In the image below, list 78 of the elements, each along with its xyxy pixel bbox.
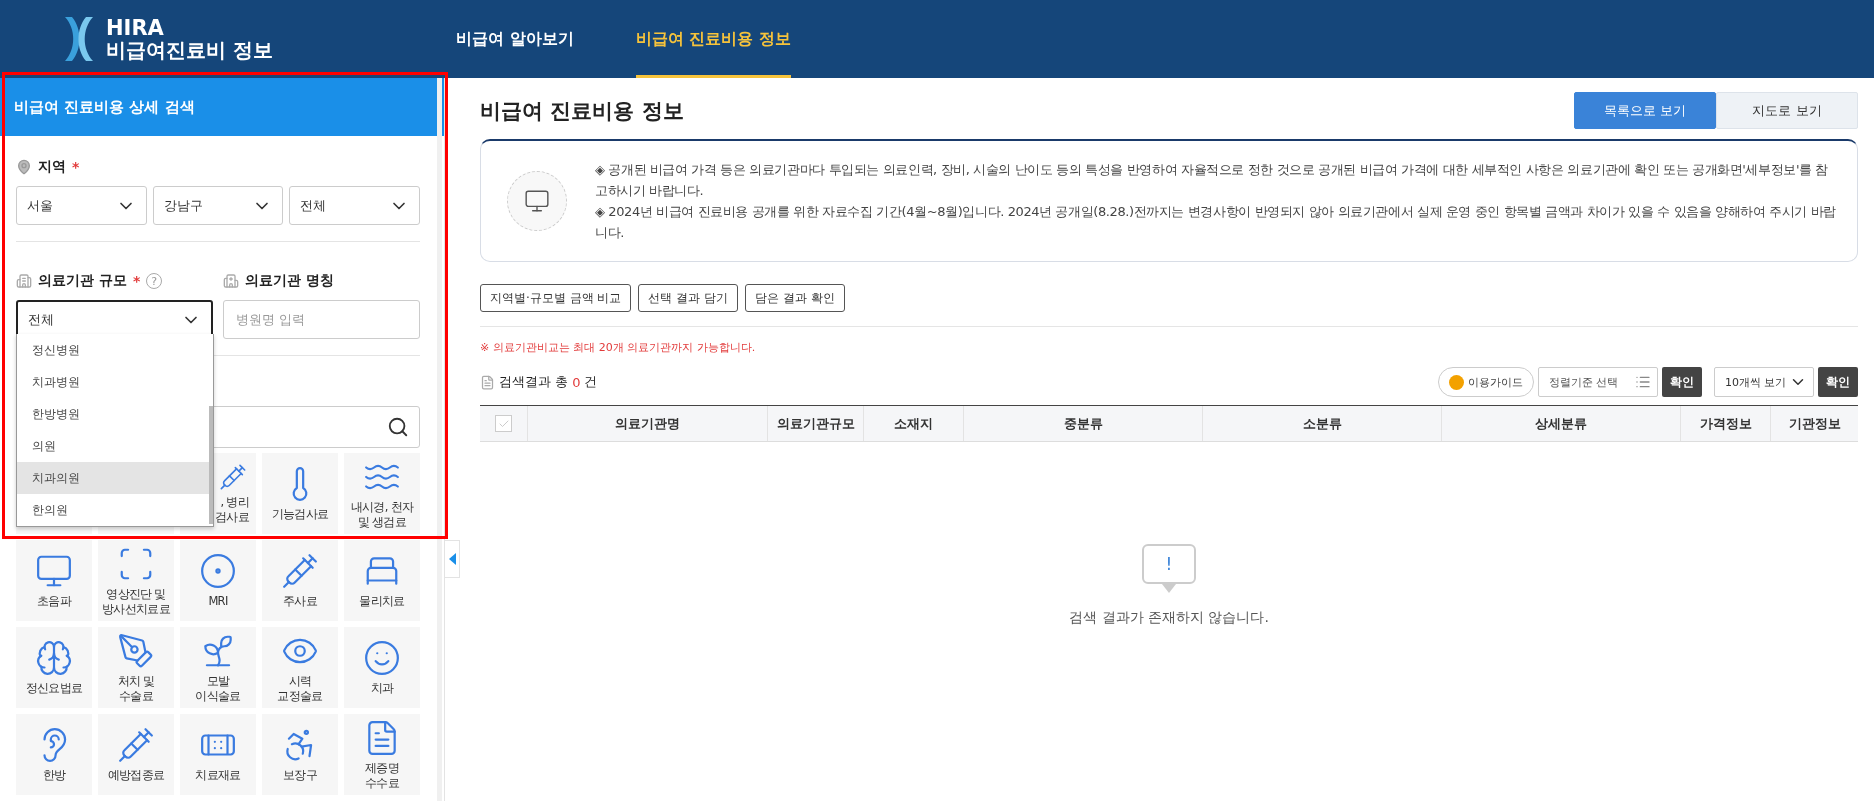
sort-select[interactable]: 정렬기준 선택: [1538, 367, 1658, 397]
circle-icon: [199, 552, 237, 591]
guide-button[interactable]: 이용가이드: [1438, 367, 1534, 397]
action-button[interactable]: 담은 결과 확인: [745, 284, 845, 312]
syringe-icon: [117, 726, 155, 765]
page-title: 비급여 진료비용 정보: [480, 97, 684, 125]
column-header: 의료기관명: [527, 406, 767, 441]
category-tile[interactable]: 내시경, 천자 및 생검료: [344, 453, 420, 534]
triangle-left-icon: [448, 553, 456, 565]
result-label: 검색결과 총: [499, 373, 569, 391]
notice-text: ◈ 공개된 비급여 가격 등은 의료기관마다 투입되는 의료인력, 장비, 시술의 난이도 등의 특성을 반영하여 자율적으로 정한 것으로 공개된 비급여 가격에 대한 세부적인 사항은 의료기관에 확인 또는 공개화면'세부정보'를 참고하시기 바랍니다.: [595, 161, 1829, 200]
category-tile[interactable]: 치과: [344, 627, 420, 708]
building-icon: [16, 273, 32, 289]
column-header: 상세분류: [1441, 406, 1680, 441]
column-header: 중분류: [963, 406, 1202, 441]
category-tile[interactable]: 시력 교정술료: [262, 627, 338, 708]
dropdown-option[interactable]: 정신병원: [17, 334, 213, 366]
column-header: 가격정보: [1680, 406, 1770, 441]
field-label: 의료기관 명칭: [245, 272, 334, 290]
result-count: 0: [572, 374, 581, 390]
name-input[interactable]: 병원명 입력: [223, 300, 420, 339]
collapse-toggle[interactable]: [445, 540, 460, 578]
view-tab[interactable]: 지도로 보기: [1716, 92, 1858, 129]
column-header: 기관정보: [1770, 406, 1858, 441]
notice-text: ◈ 2024년 비급여 진료비용 공개를 위한 자료수집 기간(4월~8월)입니다. 2024년 공개일(8.28.)전까지는 변경사항이 반영되지 않아 의료기관에서 실제 운영 중인 항목별 금액과 차이가 있을 수 있음을 양해하여 주시기 바랍니다.: [595, 203, 1837, 242]
hospital-icon: [223, 273, 239, 289]
category-tile[interactable]: 기능검사료: [262, 453, 338, 534]
dropdown-option[interactable]: 치과병원: [17, 366, 213, 398]
category-tile[interactable]: 예방접종료: [98, 714, 174, 795]
smile-icon: [363, 639, 401, 678]
logo-subtitle: 비급여진료비 정보: [106, 39, 273, 61]
column-header: 소재지: [863, 406, 963, 441]
nav-tab[interactable]: 비급여 진료비용 정보: [635, 0, 791, 78]
category-tile[interactable]: 보장구: [262, 714, 338, 795]
select-all-checkbox[interactable]: [495, 415, 512, 432]
column-header: 소분류: [1202, 406, 1441, 441]
category-tile[interactable]: 제증명 수수료: [344, 714, 420, 795]
brain-icon: [35, 639, 73, 678]
category-tile[interactable]: 모발 이식술료: [180, 627, 256, 708]
nav-tab[interactable]: 비급여 알아보기: [456, 0, 574, 78]
action-button[interactable]: 선택 결과 담기: [638, 284, 739, 312]
category-tile[interactable]: MRI: [180, 540, 256, 621]
category-tile[interactable]: 처치 및 수술료: [98, 627, 174, 708]
empty-message: 검색 결과가 존재하지 않습니다.: [1069, 609, 1269, 627]
logo-title: HIRA: [106, 17, 165, 40]
scrollbar-thumb[interactable]: [209, 406, 213, 524]
category-tile[interactable]: 정신요법료: [16, 627, 92, 708]
search-icon[interactable]: [387, 416, 409, 438]
view-tab[interactable]: 목록으로 보기: [1574, 92, 1716, 129]
monitor-icon: [507, 171, 567, 231]
result-unit: 건: [584, 373, 598, 391]
page-size-select[interactable]: 10개씩 보기: [1714, 367, 1814, 397]
field-label: 지역: [38, 158, 66, 176]
category-tile[interactable]: 물리치료: [344, 540, 420, 621]
limit-note: ※ 의료기관비교는 최대 20개 의료기관까지 가능합니다.: [480, 340, 757, 355]
category-tile[interactable]: 주사료: [262, 540, 338, 621]
category-tile[interactable]: 치료재료: [180, 714, 256, 795]
syringe-icon: [281, 552, 319, 591]
warning-icon: [1449, 374, 1464, 390]
column-header: 의료기관규모: [767, 406, 863, 441]
panel-title: 비급여 진료비용 상세 검색: [0, 78, 444, 136]
category-tile[interactable]: 한방: [16, 714, 92, 795]
action-button[interactable]: 지역별·규모별 금액 비교: [480, 284, 632, 312]
category-tile[interactable]: 초음파: [16, 540, 92, 621]
dropdown-option[interactable]: 한의원: [17, 494, 213, 526]
confirm-button[interactable]: 확인: [1818, 367, 1858, 397]
region-select[interactable]: 강남구: [152, 186, 284, 225]
dropdown-option[interactable]: 한방병원: [17, 398, 213, 430]
dropper-icon: [219, 463, 247, 492]
field-label: 의료기관 규모: [38, 272, 127, 290]
required-mark: *: [132, 273, 141, 289]
confirm-button[interactable]: 확인: [1662, 367, 1702, 397]
required-mark: *: [72, 159, 80, 175]
region-select[interactable]: 전체: [289, 186, 420, 225]
region-select[interactable]: 서울: [16, 186, 147, 225]
location-icon: [16, 159, 32, 175]
category-tile[interactable]: 영상진단 및 방사선치료료: [98, 540, 174, 621]
logo-icon: [62, 15, 96, 63]
